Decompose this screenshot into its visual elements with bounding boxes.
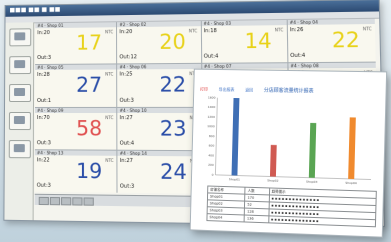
cell-header: #4 · Shop 04 — [287, 18, 375, 26]
monitor-icon — [14, 32, 26, 41]
cell-flag: NTC — [105, 157, 114, 163]
cell-header: #4 · Shop 06 — [117, 64, 201, 70]
cell-flag: NTC — [362, 26, 372, 32]
cell-header: #4 · Shop 13 — [34, 149, 117, 156]
cell-occupancy: 19 — [76, 158, 103, 184]
monitor-cell[interactable]: #4 · Shop 10NTCIn:27Out:423 — [117, 107, 202, 150]
cell-occupancy: 23 — [159, 115, 187, 141]
monitor-cell[interactable]: #4 · Shop 05 NTC In:28 Out:1 27 — [34, 64, 117, 107]
sidebar-button-3[interactable] — [9, 83, 32, 103]
cell-out-count: Out:12 — [119, 54, 138, 61]
cell-in-count: In:20 — [37, 30, 50, 37]
cell-out-count: Out:3 — [119, 183, 135, 190]
cell-flag: NTC — [105, 114, 114, 120]
y-axis — [215, 98, 217, 175]
cell-out-count: Out:4 — [203, 53, 219, 60]
sidebar — [4, 22, 35, 221]
report-table: 店铺名称 人数 趋势图示 Shop01 170 ▪ ▪ ▪ ▪ ▪ ▪ ▪ ▪ … — [206, 185, 377, 227]
cell-in-count: In:27 — [119, 114, 133, 121]
report-icon — [14, 60, 26, 69]
cell-flag: NTC — [105, 71, 114, 77]
next-button[interactable] — [83, 197, 94, 206]
report-window: 打印 导出报表 返回 分店顾客流量统计报表 0 200 400 600 800 1000 1… — [189, 68, 388, 238]
cell-header: #4 · Shop 03 — [201, 19, 287, 27]
monitor-cell[interactable]: #4 · Shop 06NTCIn:25Out:322 — [117, 64, 202, 107]
monitor-cell[interactable]: #4 · Shop 01 NTC In:20 Out:3 17 — [35, 22, 117, 65]
cell-occupancy: 24 — [160, 158, 187, 184]
cell-header: #4 · Shop 14 — [117, 150, 202, 157]
cell-header: #4 · Shop 05 — [35, 64, 117, 71]
cell-header: #4 · Shop 01 — [35, 22, 117, 29]
sidebar-button-5[interactable] — [8, 140, 31, 159]
cell-occupancy: 20 — [159, 29, 186, 54]
cell-in-count: In:18 — [203, 28, 217, 35]
monitor-cell[interactable]: #4 · Shop 03 NTC In:18 Out:4 14 — [201, 19, 288, 64]
pause-button[interactable] — [49, 196, 61, 206]
cell-header: #4 · Shop 09 — [34, 107, 117, 113]
cell-occupancy: 58 — [76, 115, 103, 140]
cell-occupancy: 17 — [76, 30, 103, 55]
table-cell: 136 — [244, 215, 269, 223]
cell-out-count: Out:4 — [119, 140, 135, 147]
cell-out-count: Out:1 — [37, 97, 52, 104]
monitor-cell[interactable]: #4 · Shop 13 NTC In:22 Out:3 19 — [34, 149, 117, 193]
y-tick-label: 1400 — [208, 105, 216, 109]
cell-flag: NTC — [274, 27, 284, 33]
monitor-cell[interactable]: #4 · Shop 14NTCIn:27Out:324 — [117, 150, 202, 194]
cell-in-count: In:28 — [37, 72, 50, 79]
y-tick-label: 400 — [208, 153, 214, 157]
cell-occupancy: 22 — [331, 27, 361, 53]
cell-in-count: In:26 — [289, 26, 304, 34]
cell-in-count: In:25 — [119, 71, 133, 78]
cell-in-count: In:22 — [36, 157, 50, 164]
cell-out-count: Out:3 — [36, 139, 51, 147]
sidebar-button-4[interactable] — [8, 112, 31, 131]
y-tick-label: 1600 — [208, 96, 216, 100]
cell-flag: NTC — [188, 28, 198, 34]
cell-occupancy: 22 — [159, 72, 187, 97]
monitor-cell[interactable]: #4 · Shop 04 NTC In:26 Out:4 22 — [287, 18, 376, 63]
cell-out-count: Out:3 — [36, 182, 51, 189]
cell-out-count: Out:3 — [119, 97, 134, 104]
sidebar-button-1[interactable] — [9, 28, 32, 47]
prev-button[interactable] — [72, 197, 83, 206]
y-tick-label: 800 — [209, 134, 215, 138]
x-tick-label: Shop02 — [267, 178, 278, 182]
y-tick-label: 600 — [209, 144, 215, 148]
cell-out-count: Out:4 — [290, 53, 306, 60]
monitor-cell[interactable]: #2 · Shop 02 NTC In:20 Out:12 20 — [117, 21, 201, 64]
monitor-cell[interactable]: #4 · Shop 09 NTC In:70 Out:3 58 — [34, 107, 117, 150]
cell-header: #2 · Shop 02 — [117, 21, 201, 28]
bar-chart: 0 200 400 600 800 1000 1200 1400 1600 Shop01 Shop0… — [207, 96, 380, 185]
monitor-title: ■■■ ■■ ■ ■■ — [9, 6, 61, 14]
cell-in-count: In:20 — [119, 29, 133, 36]
stop-button[interactable] — [61, 197, 72, 206]
cell-out-count: Out:3 — [37, 55, 52, 62]
bar — [231, 97, 240, 176]
play-button[interactable] — [38, 196, 49, 206]
x-tick-label: Shop04 — [345, 181, 357, 185]
bar — [308, 122, 317, 178]
settings-icon — [14, 88, 26, 97]
y-tick-label: 1200 — [207, 115, 215, 119]
cell-header: #4 · Shop 10 — [117, 107, 202, 113]
x-tick-label: Shop01 — [229, 177, 240, 181]
y-tick-label: 1000 — [207, 124, 215, 128]
y-tick-label: 0 — [212, 173, 214, 177]
cell-in-count: In:27 — [119, 157, 133, 164]
table-cell: Shop04 — [206, 213, 245, 222]
bar — [270, 145, 278, 177]
cell-flag: NTC — [105, 29, 114, 35]
cell-in-count: In:70 — [36, 114, 50, 121]
cell-occupancy: 14 — [244, 28, 272, 54]
bar — [348, 117, 356, 180]
camera-icon — [13, 116, 25, 125]
x-tick-label: Shop03 — [306, 180, 318, 184]
sidebar-button-2[interactable] — [9, 56, 32, 75]
y-tick-label: 200 — [208, 163, 214, 167]
report-toolbar: 打印 导出报表 返回 — [200, 76, 319, 93]
cell-header: #4 · Shop 08 — [288, 62, 376, 69]
user-icon — [13, 144, 25, 153]
cell-occupancy: 27 — [76, 72, 103, 98]
